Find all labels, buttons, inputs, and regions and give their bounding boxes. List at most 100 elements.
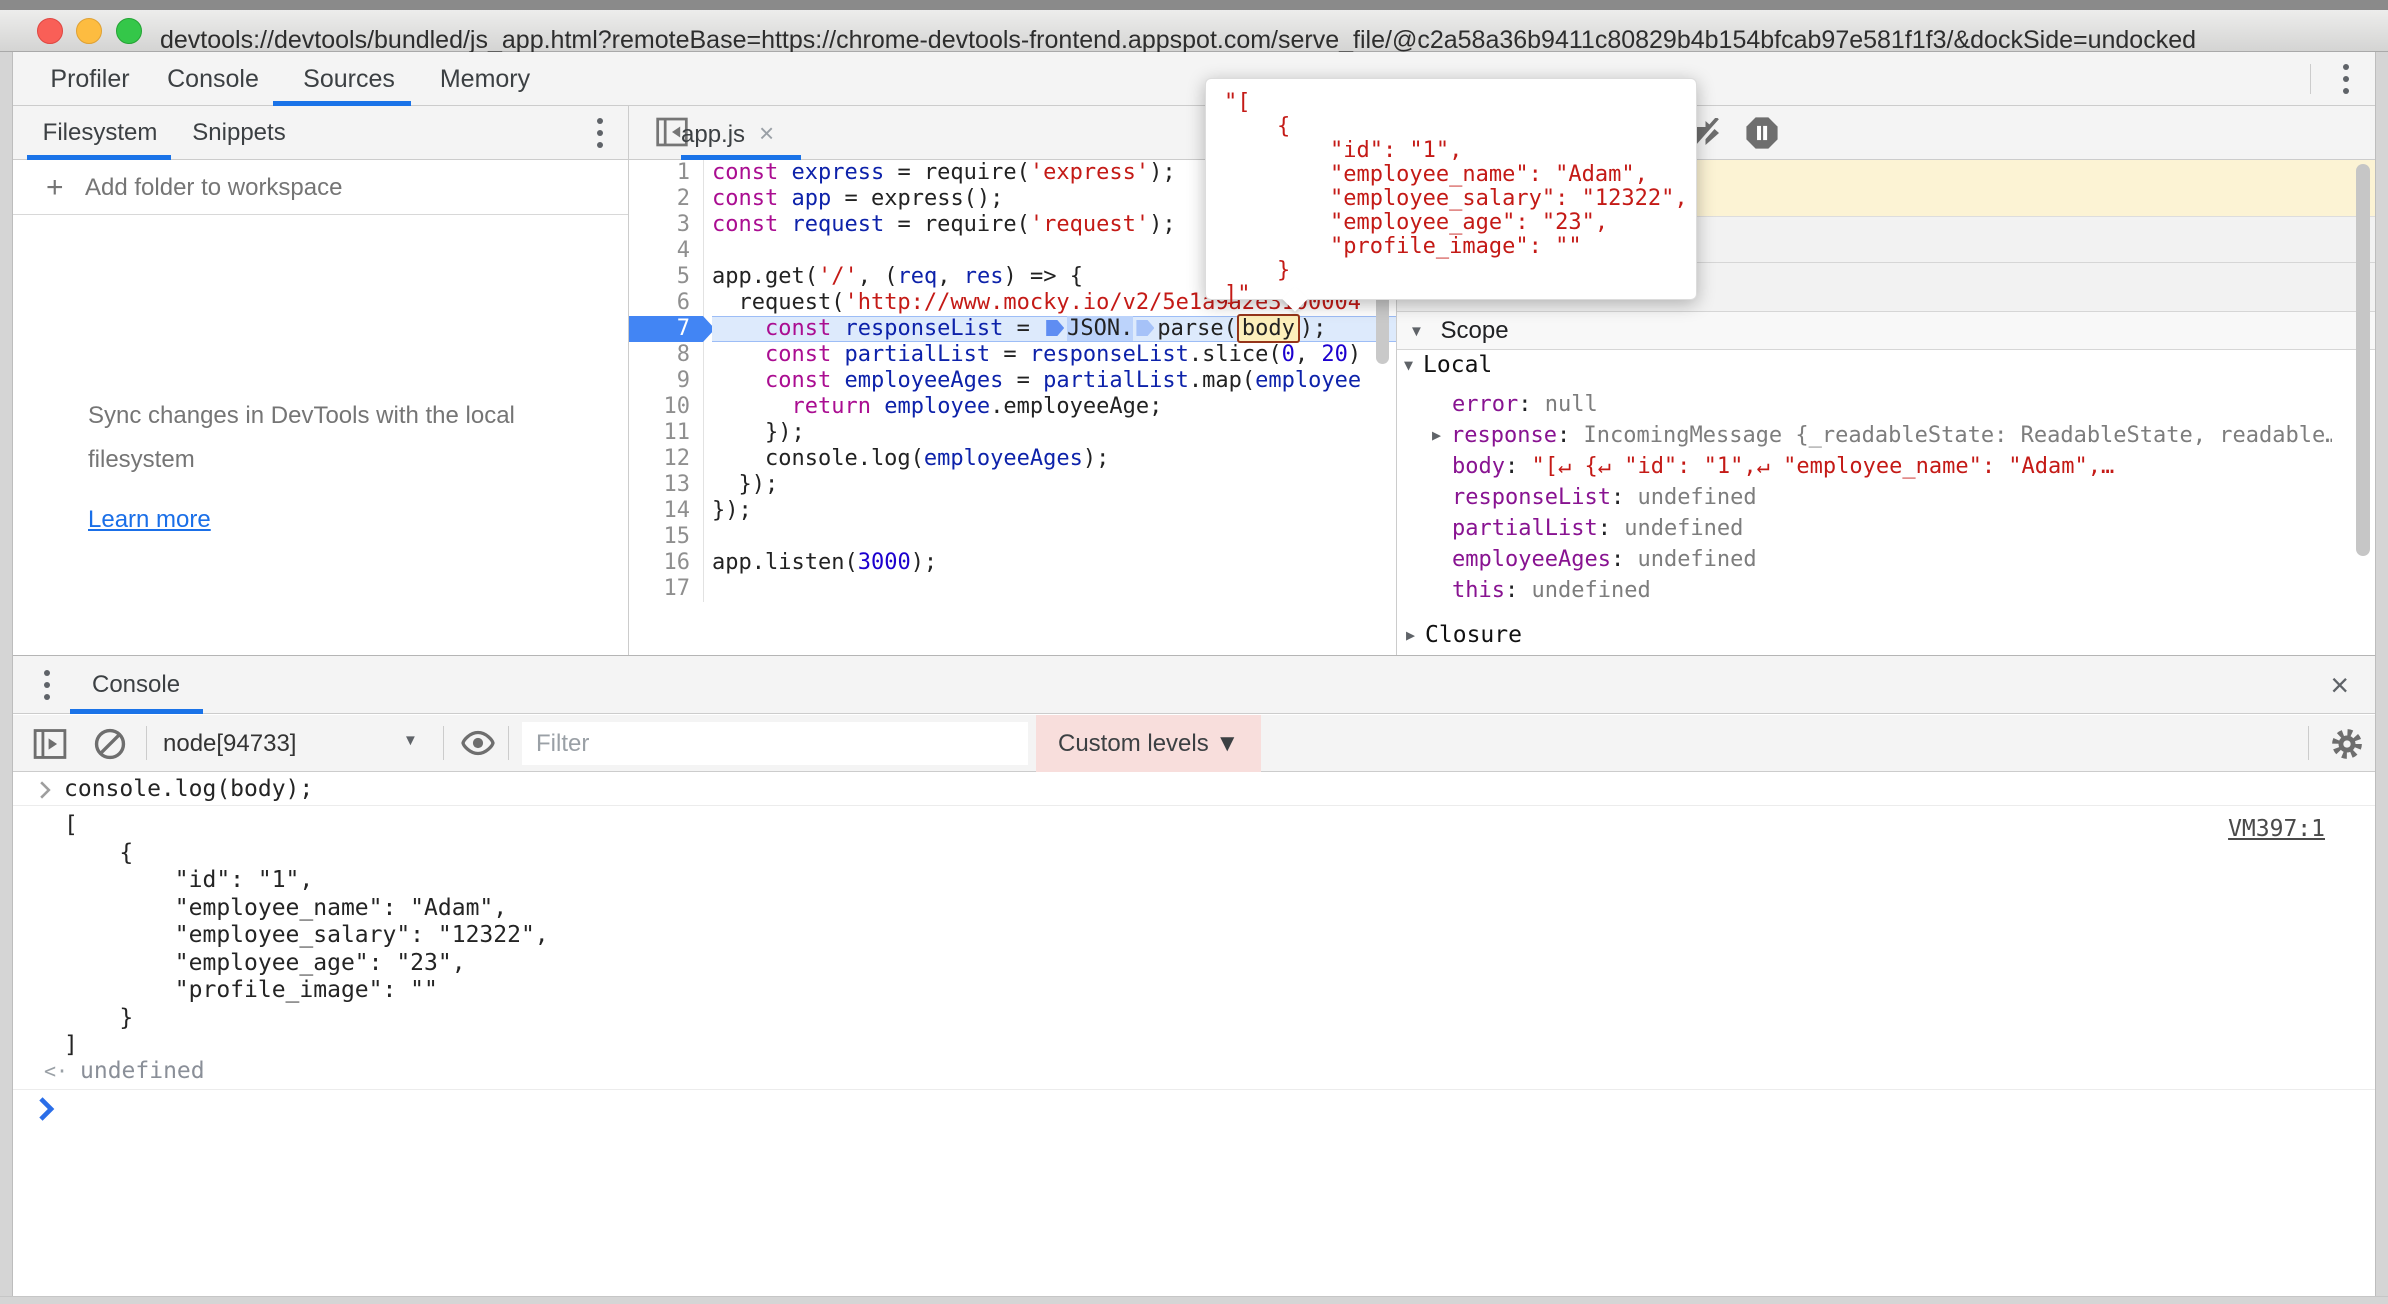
line-number[interactable]: 17	[629, 576, 703, 602]
code-line[interactable]: });	[712, 420, 1396, 446]
line-number[interactable]: 14	[629, 498, 703, 524]
code-line[interactable]: const employeeAges = partialList.map(emp…	[712, 368, 1396, 394]
scope-entry[interactable]: body: "[↵ {↵ "id": "1",↵ "employee_name"…	[1452, 454, 2114, 484]
scope-entry[interactable]: error: null	[1452, 392, 1598, 422]
chevron-down-icon: ▼	[1404, 356, 1413, 374]
tab-profiler[interactable]: Profiler	[40, 52, 140, 106]
pane-divider-left[interactable]	[628, 106, 629, 655]
code-line[interactable]: app.listen(3000);	[712, 550, 1396, 576]
code-line[interactable]	[712, 576, 1396, 602]
console-result-row: <· undefined	[13, 1053, 2375, 1090]
close-console-icon[interactable]: ×	[2330, 656, 2349, 714]
console-input-echo: console.log(body);	[64, 772, 313, 806]
separator	[2310, 64, 2311, 94]
chevron-down-icon: ▼	[1409, 323, 1424, 340]
tab-sources[interactable]: Sources	[301, 52, 397, 106]
code-line[interactable]: });	[712, 498, 1396, 524]
sidebar-menu-icon[interactable]	[597, 118, 603, 148]
console-log-area[interactable]: console.log(body); [ { "id": "1", "emplo…	[13, 772, 2375, 1296]
pause-on-exceptions-icon[interactable]	[1745, 116, 1779, 150]
line-number[interactable]: 12	[629, 446, 703, 472]
source-location-link[interactable]: VM397:1	[2228, 816, 2325, 842]
tab-memory[interactable]: Memory	[435, 52, 535, 106]
zoom-window-button[interactable]	[116, 18, 142, 44]
sidebar-tab-bar: Filesystem Snippets	[13, 106, 628, 160]
line-number[interactable]: 1	[629, 160, 703, 186]
separator	[508, 726, 509, 760]
line-number[interactable]: 15	[629, 524, 703, 550]
sources-sidebar: Filesystem Snippets + Add folder to work…	[13, 106, 628, 655]
code-line[interactable]: const partialList = responseList.slice(0…	[712, 342, 1396, 368]
line-number[interactable]: 2	[629, 186, 703, 212]
line-number[interactable]: 10	[629, 394, 703, 420]
titlebar[interactable]: devtools://devtools/bundled/js_app.html?…	[0, 10, 2388, 52]
line-number[interactable]: 3	[629, 212, 703, 238]
execution-context-selector[interactable]: node[94733]	[163, 715, 296, 772]
filter-input[interactable]	[522, 722, 1028, 765]
live-expression-eye-icon[interactable]	[460, 727, 496, 759]
add-folder-row[interactable]: + Add folder to workspace	[13, 160, 628, 215]
scope-entry[interactable]: responseList: undefined	[1452, 485, 1757, 515]
show-console-sidebar-icon[interactable]	[33, 728, 67, 760]
devtools-menu-icon[interactable]	[2343, 64, 2349, 94]
scope-label: Scope	[1441, 317, 1509, 344]
console-prompt-row[interactable]	[13, 1090, 2375, 1130]
chevron-right-icon[interactable]: ▶	[1432, 426, 1441, 444]
window-right-edge	[2375, 52, 2388, 1296]
console-result: undefined	[80, 1053, 205, 1090]
code-line[interactable]	[712, 524, 1396, 550]
console-settings-gear-icon[interactable]	[2330, 727, 2364, 761]
close-tab-icon[interactable]: ×	[759, 118, 774, 148]
tab-console[interactable]: Console	[163, 52, 263, 106]
value-preview-tooltip: "[ { "id": "1", "employee_name": "Adam",…	[1205, 78, 1697, 300]
line-number[interactable]: 5	[629, 264, 703, 290]
return-value-icon: <·	[44, 1053, 68, 1090]
tab-filesystem[interactable]: Filesystem	[38, 106, 162, 160]
code-line[interactable]: console.log(employeeAges);	[712, 446, 1396, 472]
line-number[interactable]: 11	[629, 420, 703, 446]
code-line[interactable]: });	[712, 472, 1396, 498]
scope-entry[interactable]: employeeAges: undefined	[1452, 547, 1757, 577]
sidebar-scrollbar[interactable]	[2356, 164, 2370, 556]
line-number[interactable]: 8	[629, 342, 703, 368]
line-number[interactable]: 9	[629, 368, 703, 394]
window-bottom-edge	[0, 1296, 2388, 1304]
separator	[146, 726, 147, 760]
main-tab-bar: Profiler Console Sources Memory	[13, 52, 2375, 106]
devtools-window: devtools://devtools/bundled/js_app.html?…	[0, 0, 2388, 1304]
clear-console-icon[interactable]	[93, 727, 127, 761]
code-line[interactable]: const responseList = JSON.parse(body);	[712, 316, 1396, 342]
console-output[interactable]: [ { "id": "1", "employee_name": "Adam", …	[64, 812, 549, 1060]
scope-entry[interactable]: this: undefined	[1452, 578, 1651, 608]
separator	[443, 726, 444, 760]
separator	[2308, 726, 2309, 760]
line-number[interactable]: 4	[629, 238, 703, 264]
line-number[interactable]: 16	[629, 550, 703, 576]
console-tab-underline	[70, 709, 203, 714]
window-left-edge	[0, 52, 13, 1296]
scope-closure-row[interactable]: ▶Closure	[1406, 622, 1522, 648]
line-number[interactable]: 13	[629, 472, 703, 498]
tooltip-json: "[ { "id": "1", "employee_name": "Adam",…	[1206, 79, 1696, 319]
tab-snippets[interactable]: Snippets	[191, 106, 287, 160]
custom-levels-dropdown[interactable]: Custom levels ▼	[1036, 715, 1261, 772]
scope-entry[interactable]: partialList: undefined	[1452, 516, 1743, 546]
console-toolbar: node[94733] ▼ Custom levels ▼	[13, 715, 2375, 772]
console-echo-row[interactable]: console.log(body);	[13, 772, 2375, 806]
line-number[interactable]: 6	[629, 290, 703, 316]
console-menu-icon[interactable]	[44, 670, 50, 700]
add-folder-label: Add folder to workspace	[85, 160, 342, 215]
learn-more-link[interactable]: Learn more	[88, 506, 211, 534]
scope-entry[interactable]: ▶response: IncomingMessage {_readableSta…	[1432, 423, 2332, 453]
code-line[interactable]: return employee.employeeAge;	[712, 394, 1396, 420]
chevron-down-icon[interactable]: ▼	[403, 732, 418, 749]
scope-local-row[interactable]: ▼Local	[1404, 352, 1492, 378]
console-tab[interactable]: Console	[92, 656, 180, 714]
minimize-window-button[interactable]	[76, 18, 102, 44]
editor-gutter[interactable]: 1234567891011121314151617	[629, 160, 704, 602]
chevron-right-icon[interactable]: ▶	[1406, 626, 1415, 644]
plus-icon: +	[46, 160, 64, 215]
line-number[interactable]: 7	[629, 316, 703, 342]
file-tab-appjs[interactable]: app.js×	[681, 106, 774, 160]
close-window-button[interactable]	[37, 18, 63, 44]
